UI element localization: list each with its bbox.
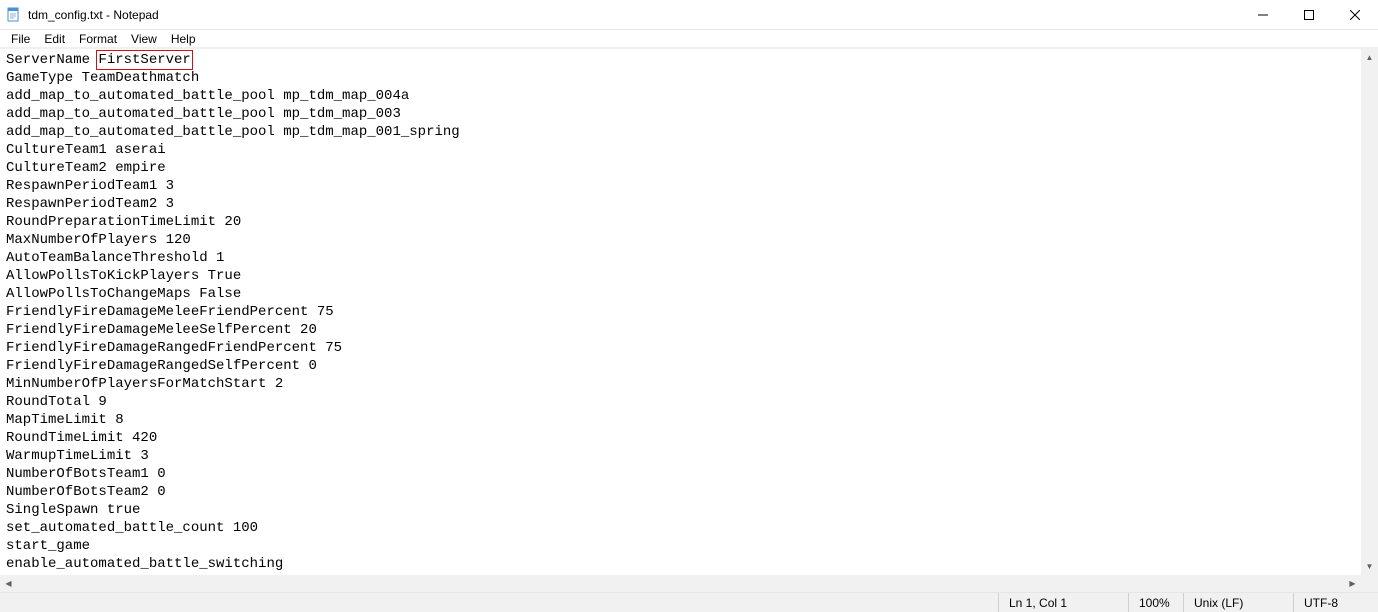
scroll-left-arrow[interactable]: ◀ — [0, 575, 17, 592]
status-caret: Ln 1, Col 1 — [998, 593, 1128, 612]
horizontal-scrollbar[interactable]: ◀ ▶ — [0, 575, 1361, 592]
window-title: tdm_config.txt - Notepad — [28, 8, 159, 22]
vertical-scroll-track[interactable] — [1361, 66, 1378, 558]
minimize-button[interactable] — [1240, 0, 1286, 30]
titlebar: tdm_config.txt - Notepad — [0, 0, 1378, 30]
scroll-right-arrow[interactable]: ▶ — [1344, 575, 1361, 592]
highlight-box — [96, 50, 192, 70]
menu-file[interactable]: File — [4, 31, 37, 47]
vertical-scrollbar[interactable]: ▲ ▼ — [1361, 49, 1378, 575]
menu-view[interactable]: View — [124, 31, 164, 47]
menu-edit[interactable]: Edit — [37, 31, 72, 47]
menubar: File Edit Format View Help — [0, 30, 1378, 48]
statusbar: Ln 1, Col 1 100% Unix (LF) UTF-8 — [0, 592, 1378, 612]
status-zoom: 100% — [1128, 593, 1183, 612]
close-button[interactable] — [1332, 0, 1378, 30]
menu-format[interactable]: Format — [72, 31, 124, 47]
notepad-icon — [6, 7, 22, 23]
scroll-down-arrow[interactable]: ▼ — [1361, 558, 1378, 575]
maximize-button[interactable] — [1286, 0, 1332, 30]
scroll-corner — [1361, 575, 1378, 592]
horizontal-scroll-track[interactable] — [17, 575, 1344, 592]
scroll-up-arrow[interactable]: ▲ — [1361, 49, 1378, 66]
text-editor[interactable]: ServerName FirstServer GameType TeamDeat… — [0, 49, 1361, 575]
status-encoding: UTF-8 — [1293, 593, 1378, 612]
menu-help[interactable]: Help — [164, 31, 203, 47]
status-eol: Unix (LF) — [1183, 593, 1293, 612]
